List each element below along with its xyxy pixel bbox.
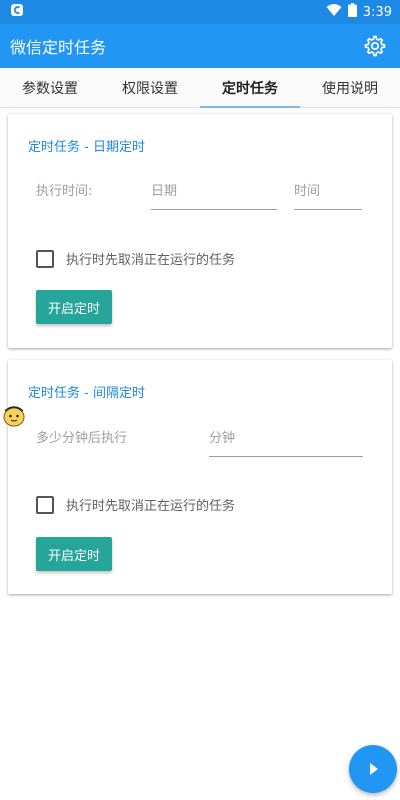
date-cancel-row[interactable]: 执行时先取消正在运行的任务 [36, 249, 235, 268]
interval-cancel-row[interactable]: 执行时先取消正在运行的任务 [36, 495, 235, 514]
interval-task-card: 定时任务 - 间隔定时 多少分钟后执行 分钟 执行时先取消正在运行的任务 开启定… [8, 360, 392, 594]
interval-start-button[interactable]: 开启定时 [36, 537, 112, 571]
tab-instructions[interactable]: 使用说明 [300, 68, 400, 107]
minutes-input[interactable]: 分钟 [209, 427, 363, 457]
minutes-label: 多少分钟后执行 [36, 431, 128, 446]
tab-scheduled-tasks[interactable]: 定时任务 [200, 68, 300, 108]
minutes-placeholder: 分钟 [209, 431, 236, 446]
interval-cancel-checkbox[interactable] [36, 495, 54, 514]
exec-time-label: 执行时间: [36, 184, 93, 199]
tab-bar: 参数设置 权限设置 定时任务 使用说明 [0, 68, 400, 108]
run-fab-button[interactable] [349, 745, 397, 793]
interval-cancel-label: 执行时先取消正在运行的任务 [66, 499, 236, 514]
app-title: 微信定时任务 [10, 38, 107, 57]
clock-time: 3:39 [362, 4, 392, 20]
settings-button[interactable] [360, 32, 388, 60]
date-start-button[interactable]: 开启定时 [36, 290, 112, 324]
interval-task-title: 定时任务 - 间隔定时 [28, 386, 145, 401]
date-input[interactable]: 日期 [151, 180, 277, 210]
battery-icon [347, 3, 357, 21]
status-bar: 3:39 [0, 0, 400, 24]
date-cancel-label: 执行时先取消正在运行的任务 [66, 253, 236, 268]
mascot-sticker-icon[interactable] [2, 403, 26, 427]
date-placeholder: 日期 [151, 184, 178, 199]
app-bar: 微信定时任务 [0, 24, 400, 68]
gear-icon [364, 35, 386, 57]
time-input[interactable]: 时间 [294, 180, 362, 210]
tab-params[interactable]: 参数设置 [0, 68, 100, 107]
date-cancel-checkbox[interactable] [36, 249, 54, 268]
tab-permissions[interactable]: 权限设置 [100, 68, 200, 107]
app-notification-icon [10, 3, 24, 21]
wifi-icon [326, 3, 342, 21]
date-task-card: 定时任务 - 日期定时 执行时间: 日期 时间 执行时先取消正在运行的任务 开启… [8, 114, 392, 348]
play-icon [370, 763, 378, 775]
date-task-title: 定时任务 - 日期定时 [28, 140, 145, 155]
time-placeholder: 时间 [294, 184, 321, 199]
